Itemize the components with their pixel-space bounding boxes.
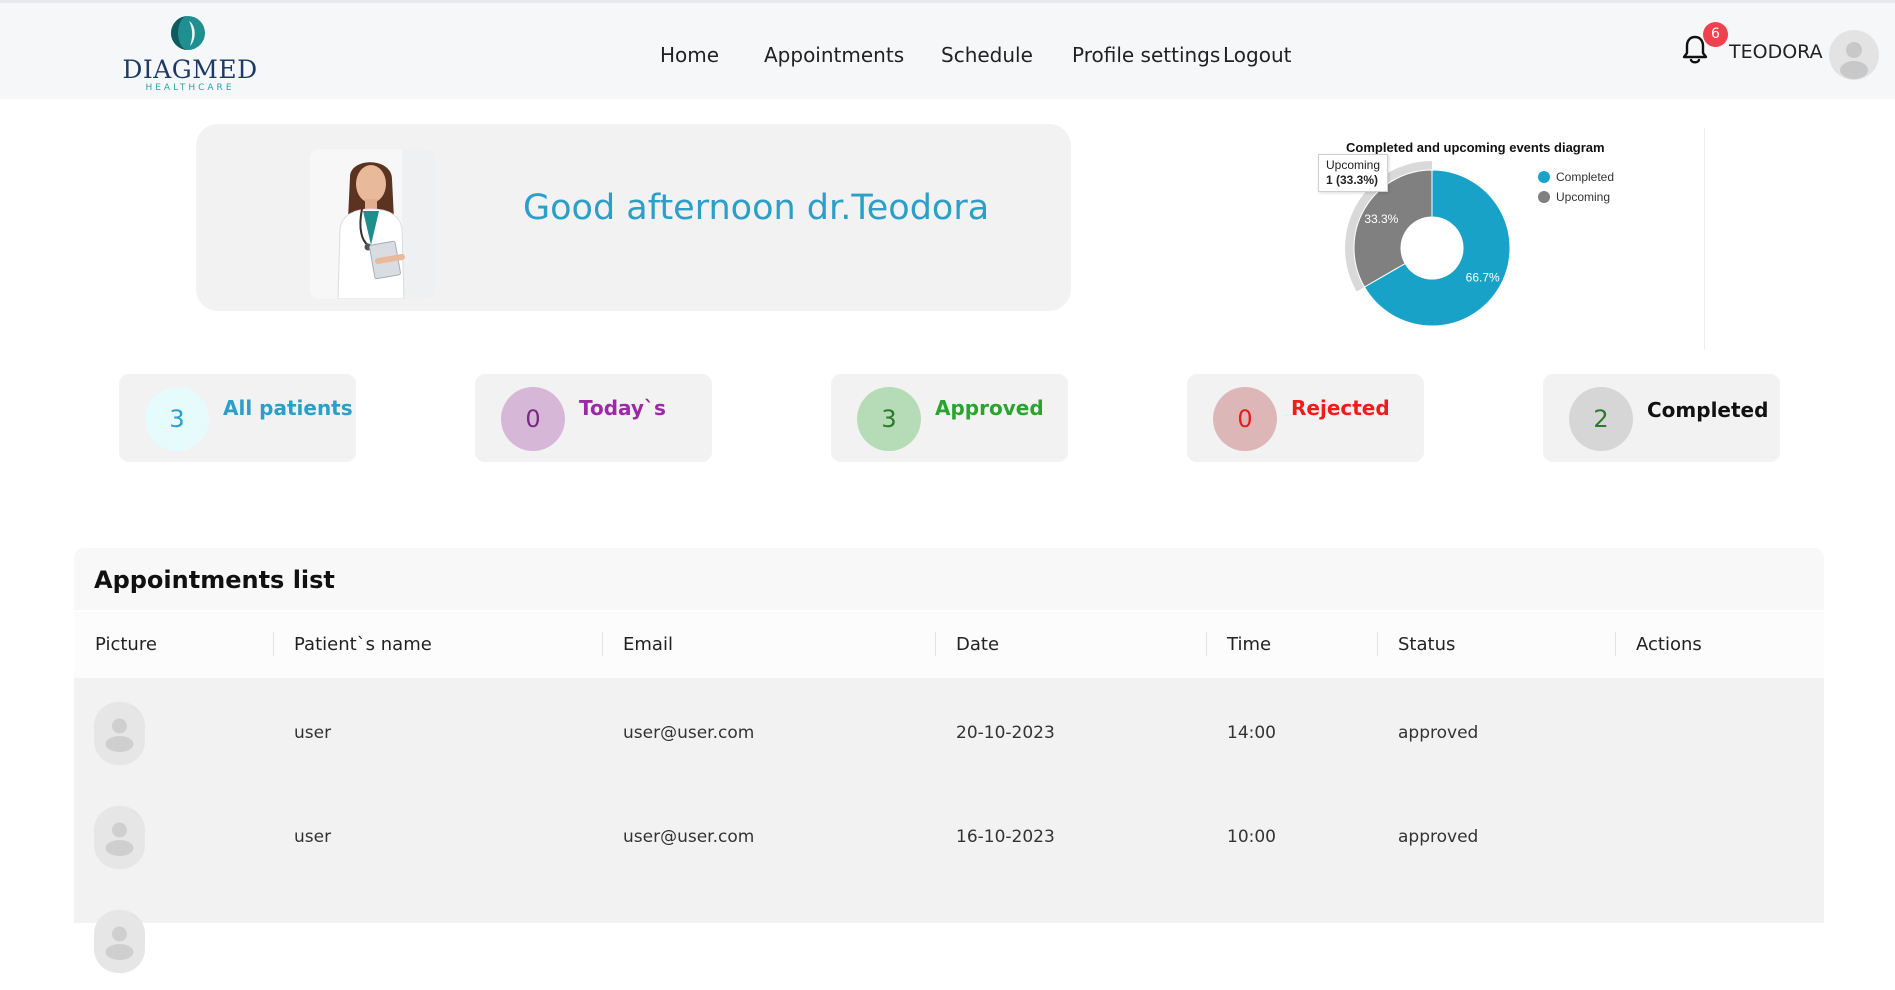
patient-avatar (94, 806, 145, 869)
patient-name: user (294, 723, 332, 743)
patient-avatar (94, 910, 145, 973)
person-placeholder-icon (105, 822, 134, 856)
table-header: Picture Patient`s name Email Date Time S… (74, 612, 1824, 678)
top-navbar: DIAGMED HEALTHCARE Home Appointments Sch… (0, 3, 1895, 99)
table-row[interactable]: user user@user.com 16-10-2023 10:00 appr… (74, 782, 1824, 886)
logo-mark-icon (171, 16, 205, 50)
appointments-header: Appointments list (74, 548, 1824, 610)
table-row[interactable]: user user@user.com 20-10-2023 14:00 appr… (74, 678, 1824, 782)
welcome-card: Good afternoon dr.Teodora (196, 124, 1071, 311)
diagmed-logo[interactable]: DIAGMED HEALTHCARE (122, 13, 258, 93)
col-patient-name[interactable]: Patient`s name (294, 634, 432, 655)
stat-completed[interactable]: 2 Completed (1543, 374, 1780, 462)
col-divider (1615, 632, 1616, 656)
appointments-title: Appointments list (94, 566, 335, 594)
col-divider (1377, 632, 1378, 656)
brand-name: DIAGMED (122, 55, 258, 84)
stat-count: 3 (857, 387, 921, 451)
stat-label: All patients (223, 396, 353, 420)
doctor-illustration (310, 149, 436, 299)
doctor-picture (310, 149, 436, 299)
legend-upcoming-label: Upcoming (1556, 190, 1611, 204)
person-placeholder-icon (105, 718, 134, 752)
nav-home[interactable]: Home (660, 43, 719, 67)
table-body: user user@user.com 20-10-2023 14:00 appr… (74, 678, 1824, 973)
col-time[interactable]: Time (1227, 634, 1271, 655)
stat-label: Rejected (1291, 396, 1390, 420)
stat-label: Completed (1647, 398, 1769, 422)
stat-count: 2 (1569, 387, 1633, 451)
greeting-text: Good afternoon dr.Teodora (523, 188, 990, 228)
legend-upcoming[interactable]: Upcoming (1538, 190, 1610, 204)
appointments-table: Picture Patient`s name Email Date Time S… (74, 612, 1824, 973)
tooltip-label: Upcoming (1326, 158, 1381, 172)
nav-appointments[interactable]: Appointments (764, 43, 904, 67)
notification-badge: 6 (1703, 22, 1728, 47)
stat-count: 3 (145, 387, 209, 451)
patient-avatar (94, 702, 145, 765)
appointment-date: 20-10-2023 (956, 723, 1055, 743)
patient-name: user (294, 827, 332, 847)
tooltip-value: 1 (33.3%) (1326, 173, 1379, 187)
nav-logout[interactable]: Logout (1223, 43, 1291, 67)
col-divider (602, 632, 603, 656)
col-divider (273, 632, 274, 656)
col-divider (935, 632, 936, 656)
appointment-time: 10:00 (1227, 827, 1276, 847)
col-email[interactable]: Email (623, 634, 673, 655)
col-status[interactable]: Status (1398, 634, 1455, 655)
stat-approved[interactable]: 3 Approved (831, 374, 1068, 462)
legend-completed-swatch (1538, 171, 1550, 183)
appointment-status: approved (1398, 723, 1479, 743)
patient-email: user@user.com (623, 827, 755, 847)
events-chart: Completed and upcoming events diagram 66… (1300, 128, 1705, 350)
legend-completed[interactable]: Completed (1538, 170, 1614, 184)
patient-email: user@user.com (623, 723, 755, 743)
brand-subtitle: HEALTHCARE (145, 83, 235, 93)
nav-schedule[interactable]: Schedule (941, 43, 1033, 67)
stat-todays[interactable]: 0 Today`s (475, 374, 712, 462)
avatar-placeholder-icon (1840, 42, 1868, 79)
stat-all-patients[interactable]: 3 All patients (119, 374, 356, 462)
user-avatar[interactable] (1829, 30, 1879, 80)
appointment-time: 14:00 (1227, 723, 1276, 743)
col-actions[interactable]: Actions (1636, 634, 1702, 655)
person-placeholder-icon (105, 926, 134, 960)
col-date[interactable]: Date (956, 634, 999, 655)
username[interactable]: TEODORA (1729, 41, 1823, 63)
stat-rejected[interactable]: 0 Rejected (1187, 374, 1424, 462)
nav-profile-settings[interactable]: Profile settings (1072, 43, 1220, 67)
legend-upcoming-swatch (1538, 191, 1550, 203)
chart-tooltip: Upcoming 1 (33.3%) (1318, 154, 1389, 192)
stat-label: Today`s (579, 396, 666, 420)
stat-count: 0 (501, 387, 565, 451)
slice-label-upcoming: 33.3% (1364, 212, 1398, 226)
appointment-status: approved (1398, 827, 1479, 847)
stat-count: 0 (1213, 387, 1277, 451)
col-divider (1206, 632, 1207, 656)
legend-completed-label: Completed (1556, 170, 1615, 184)
appointment-date: 16-10-2023 (956, 827, 1055, 847)
table-row[interactable] (74, 886, 1824, 990)
col-picture[interactable]: Picture (95, 634, 157, 655)
stat-label: Approved (935, 396, 1044, 420)
slice-label-completed: 66.7% (1466, 270, 1500, 284)
